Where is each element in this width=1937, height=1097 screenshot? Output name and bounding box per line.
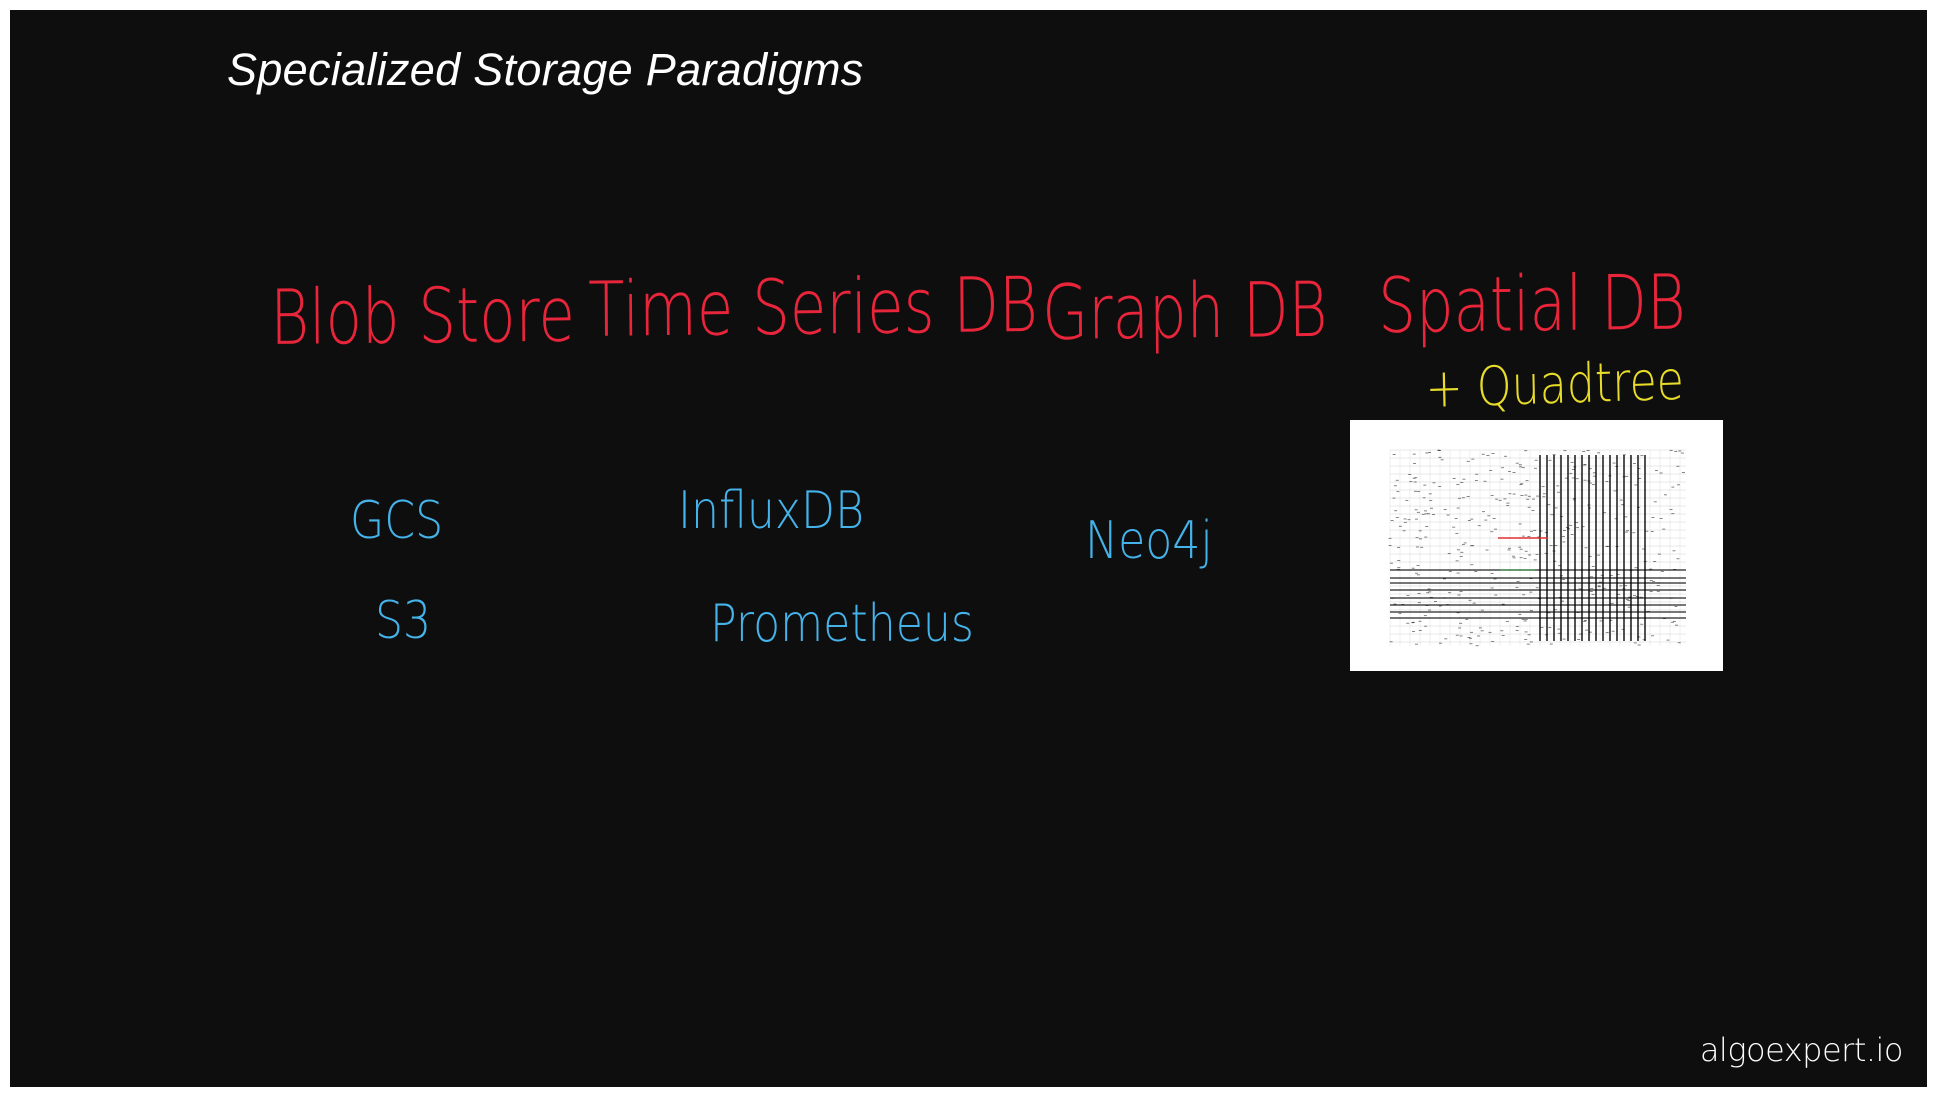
example-influxdb: InfluxDB bbox=[678, 481, 865, 541]
category-blob-store: Blob Store bbox=[269, 269, 576, 362]
example-s3: S3 bbox=[375, 591, 432, 651]
slide-title: Specialized Storage Paradigms bbox=[227, 44, 864, 95]
category-spatial-db: Spatial DB bbox=[1377, 257, 1686, 350]
spatial-addon-quadtree: + Quadtree bbox=[1424, 348, 1685, 420]
example-prometheus: Prometheus bbox=[710, 594, 974, 654]
slide: Specialized Storage Paradigms Blob Store… bbox=[10, 10, 1927, 1087]
category-graph-db: Graph DB bbox=[1041, 264, 1328, 357]
watermark: algoexpert.io bbox=[1699, 1031, 1904, 1069]
example-neo4j: Neo4j bbox=[1085, 511, 1213, 571]
example-gcs: GCS bbox=[350, 491, 444, 551]
quadtree-diagram-image bbox=[1350, 420, 1723, 671]
category-time-series-db: Time Series DB bbox=[587, 259, 1039, 354]
